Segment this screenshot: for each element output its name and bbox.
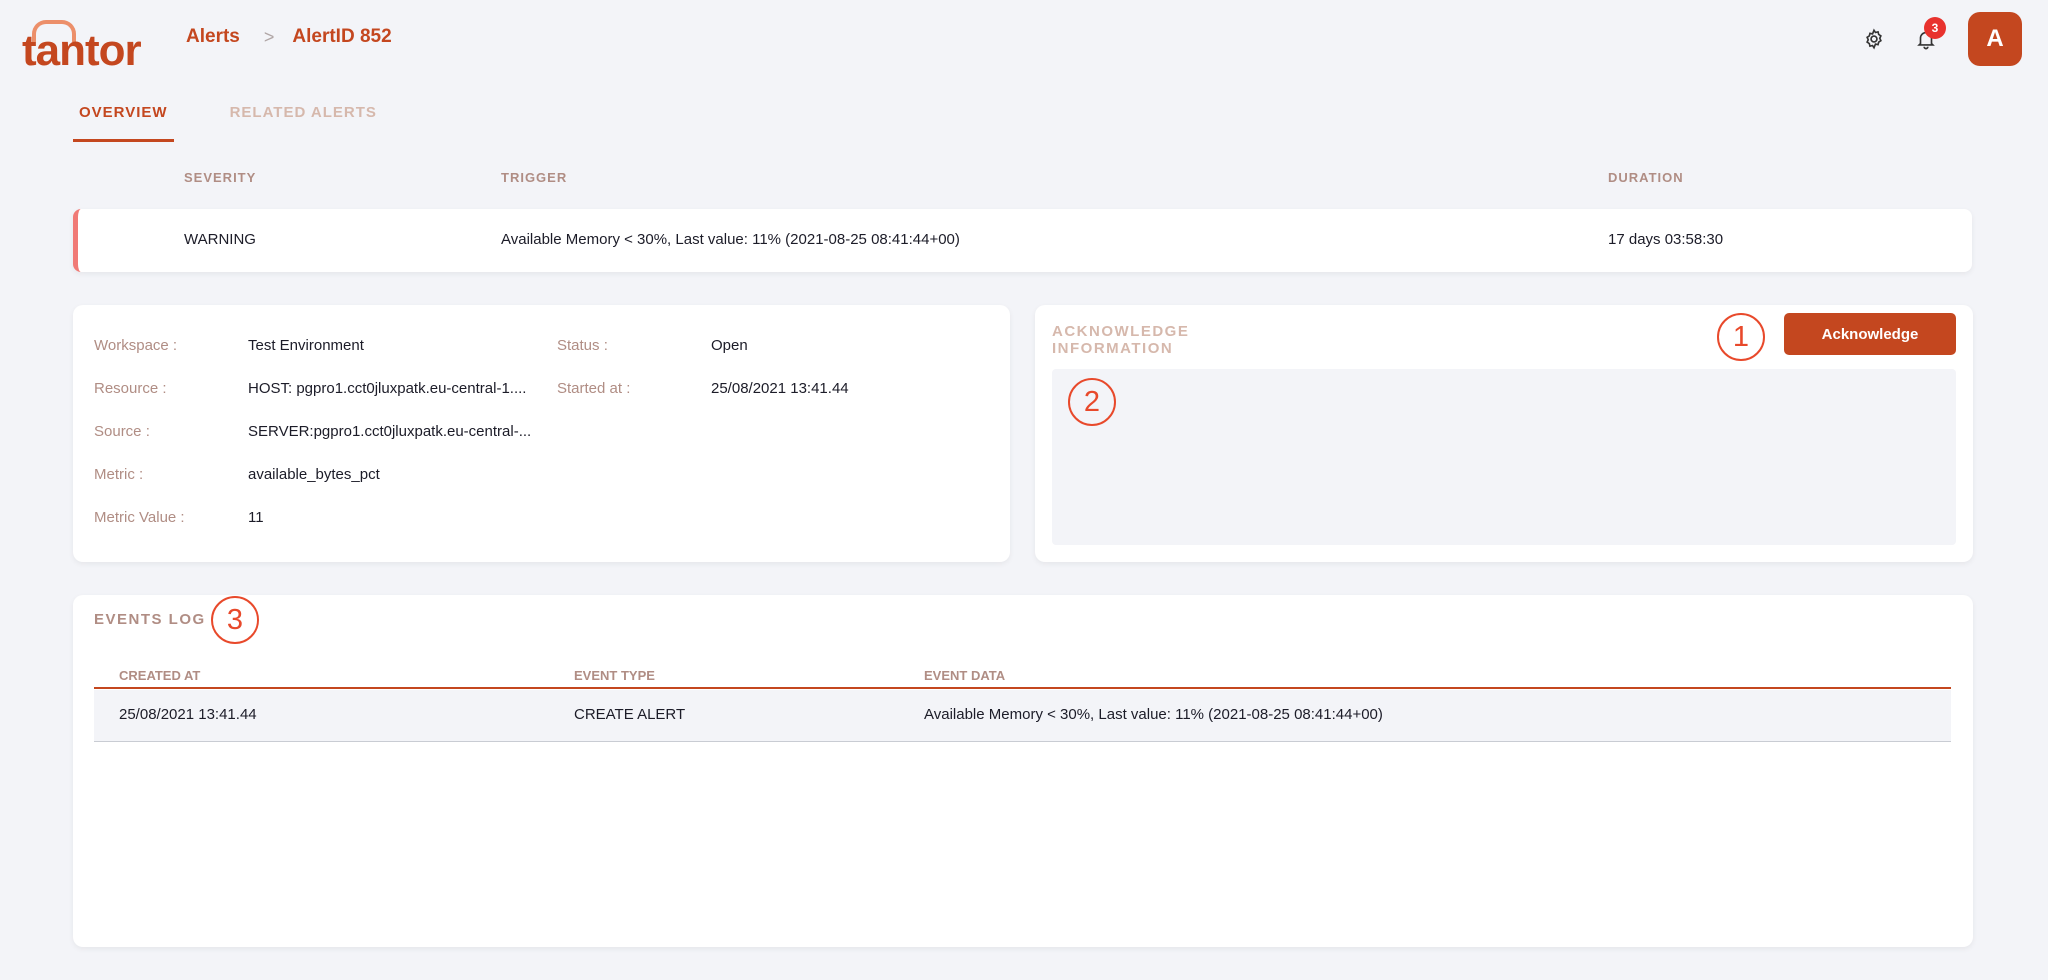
workspace-label: Workspace :	[94, 337, 178, 354]
event-data: Available Memory < 30%, Last value: 11% …	[924, 706, 1383, 723]
created-at-column-header: CREATED AT	[119, 668, 201, 683]
resource-label: Resource :	[94, 380, 167, 397]
header-actions: 3 A	[1854, 12, 2022, 66]
notifications-button[interactable]: 3	[1906, 17, 1946, 59]
metric-value-label: Metric Value :	[94, 509, 185, 526]
settings-button[interactable]	[1854, 19, 1894, 59]
trigger-column-header: TRIGGER	[501, 170, 568, 185]
acknowledge-card: ACKNOWLEDGE INFORMATION 1 Acknowledge 2	[1035, 305, 1973, 562]
metric-value-value: 11	[248, 509, 264, 526]
severity-row: WARNING Available Memory < 30%, Last val…	[73, 209, 1972, 272]
started-at-value: 25/08/2021 13:41.44	[711, 380, 849, 397]
events-log-title: EVENTS LOG	[94, 611, 206, 628]
gear-icon	[1866, 28, 1882, 50]
event-type: CREATE ALERT	[574, 706, 686, 723]
callout-marker-2: 2	[1068, 378, 1116, 426]
tantor-logo[interactable]: tantor	[22, 20, 142, 75]
events-log-card: EVENTS LOG 3 CREATED AT EVENT TYPE EVENT…	[73, 595, 1973, 947]
event-data-column-header: EVENT DATA	[924, 668, 1006, 683]
breadcrumb: Alerts > AlertID 852	[186, 26, 392, 48]
severity-column-header: SEVERITY	[184, 170, 257, 185]
tab-overview[interactable]: OVERVIEW	[73, 98, 174, 142]
started-at-label: Started at :	[557, 380, 631, 397]
source-label: Source :	[94, 423, 150, 440]
acknowledge-info-box[interactable]	[1052, 369, 1956, 545]
breadcrumb-alerts-link[interactable]: Alerts	[186, 26, 240, 48]
resource-value: HOST: pgpro1.cct0jluxpatk.eu-central-1..…	[248, 380, 527, 397]
alert-details-card: Workspace : Test Environment Resource : …	[73, 305, 1010, 562]
callout-marker-3: 3	[211, 596, 259, 644]
tab-related-alerts[interactable]: RELATED ALERTS	[224, 98, 383, 142]
events-table-header: CREATED AT EVENT TYPE EVENT DATA	[94, 668, 1951, 689]
severity-value: WARNING	[184, 231, 256, 248]
acknowledge-button[interactable]: Acknowledge	[1784, 313, 1956, 355]
status-value: Open	[711, 337, 748, 354]
trigger-value: Available Memory < 30%, Last value: 11% …	[501, 231, 960, 248]
source-value: SERVER:pgpro1.cct0jluxpatk.eu-central-..…	[248, 423, 532, 440]
event-created-at: 25/08/2021 13:41.44	[119, 706, 257, 723]
acknowledge-title: ACKNOWLEDGE INFORMATION	[1052, 323, 1190, 357]
tab-bar: OVERVIEW RELATED ALERTS	[73, 98, 433, 142]
table-row[interactable]: 25/08/2021 13:41.44 CREATE ALERT Availab…	[94, 690, 1951, 742]
duration-value: 17 days 03:58:30	[1608, 231, 1724, 248]
breadcrumb-current: AlertID 852	[292, 26, 392, 47]
callout-marker-1: 1	[1717, 313, 1765, 361]
metric-value: available_bytes_pct	[248, 466, 380, 483]
event-type-column-header: EVENT TYPE	[574, 668, 655, 683]
status-label: Status :	[557, 337, 608, 354]
user-avatar[interactable]: A	[1968, 12, 2022, 66]
metric-label: Metric :	[94, 466, 144, 483]
breadcrumb-separator: >	[263, 26, 275, 47]
workspace-value: Test Environment	[248, 337, 364, 354]
duration-column-header: DURATION	[1608, 170, 1684, 185]
notification-count-badge: 3	[1924, 17, 1946, 39]
logo-text: tantor	[22, 26, 142, 75]
